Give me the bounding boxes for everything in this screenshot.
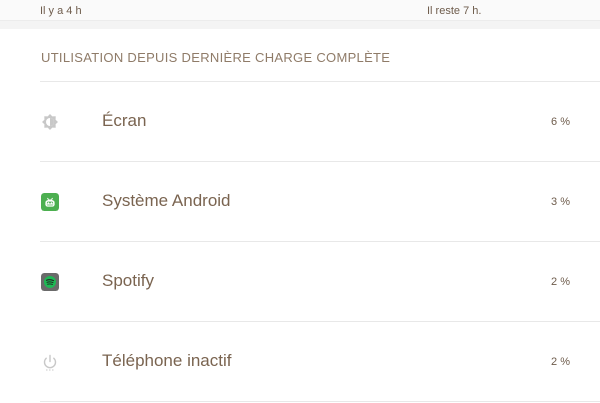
usage-item-percent: 2 % xyxy=(551,276,570,288)
usage-item-label: Écran xyxy=(102,111,147,130)
battery-graph-footer: Il y a 4 h Il reste 7 h. xyxy=(0,0,600,21)
usage-item-label: Spotify xyxy=(102,271,154,290)
elapsed-time-label: Il y a 4 h xyxy=(40,5,82,17)
power-icon xyxy=(41,353,59,371)
usage-item-label: Téléphone inactif xyxy=(102,351,232,370)
usage-item-label: Système Android xyxy=(102,191,231,210)
usage-item-screen[interactable]: Écran 6 % xyxy=(0,82,600,162)
usage-item-percent: 2 % xyxy=(551,356,570,368)
brightness-icon xyxy=(41,113,59,131)
usage-item-spotify[interactable]: Spotify 2 % xyxy=(0,242,600,322)
usage-item-android-system[interactable]: Système Android 3 % xyxy=(0,162,600,242)
usage-item-phone-idle[interactable]: Téléphone inactif 2 % xyxy=(0,322,600,402)
divider xyxy=(40,401,600,402)
spotify-icon xyxy=(41,273,59,291)
android-system-icon xyxy=(41,193,59,211)
section-title: UTILISATION DEPUIS DERNIÈRE CHARGE COMPL… xyxy=(41,50,391,65)
usage-card: UTILISATION DEPUIS DERNIÈRE CHARGE COMPL… xyxy=(0,29,600,403)
usage-item-percent: 3 % xyxy=(551,196,570,208)
usage-item-percent: 6 % xyxy=(551,116,570,128)
remaining-time-label: Il reste 7 h. xyxy=(427,5,482,17)
